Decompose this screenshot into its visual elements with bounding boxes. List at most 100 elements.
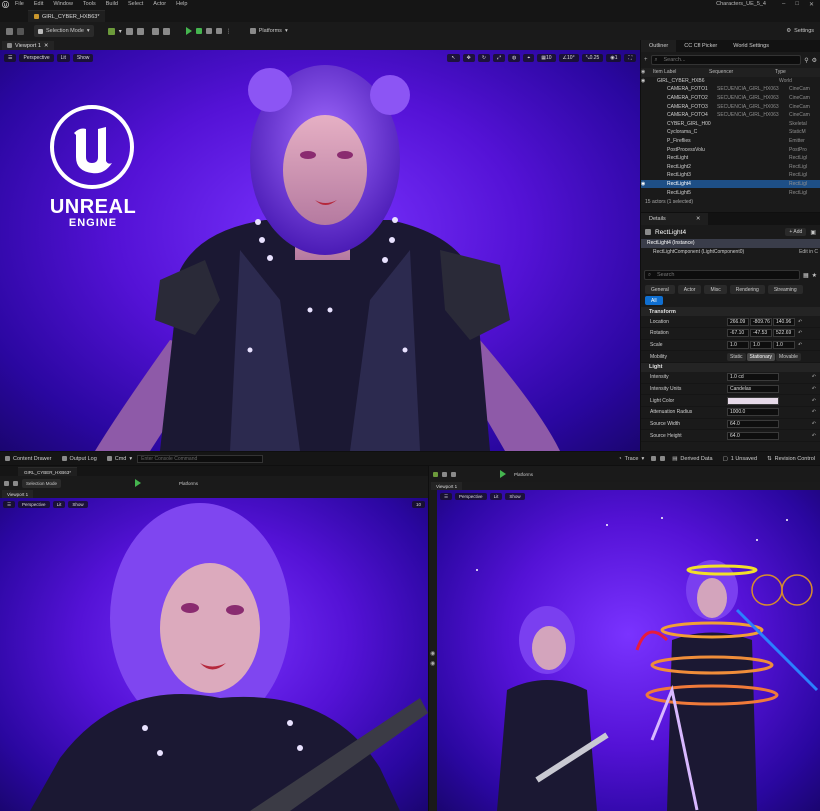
unreal-logo-icon[interactable] — [0, 0, 10, 8]
secondary-selection-mode-button[interactable]: Selection Mode — [22, 478, 62, 488]
menu-tools[interactable]: Tools — [78, 1, 101, 7]
outliner-row[interactable]: RectLight RectLigl — [641, 154, 820, 163]
rotate-tool-icon[interactable]: ↻ — [477, 54, 491, 62]
modes-icon[interactable] — [162, 27, 170, 35]
tab-world-settings[interactable]: World Settings — [725, 40, 777, 52]
cinematics-icon[interactable] — [451, 471, 456, 477]
scale-snap-button[interactable]: ⤡ 0.25 — [581, 54, 604, 62]
reset-arrow-icon[interactable]: ↶ — [812, 374, 820, 380]
transform-y-field[interactable]: 1.0 — [750, 340, 772, 349]
visibility-toggle-icon[interactable]: ◉ — [641, 181, 653, 187]
transform-x-field[interactable]: 1.0 — [727, 340, 749, 349]
rotation-snap-button[interactable]: ∠ 10° — [558, 54, 579, 62]
secondary-viewport-tab[interactable]: Viewport 1 — [2, 490, 34, 498]
menu-help[interactable]: Help — [171, 1, 192, 7]
outliner-row[interactable]: ◉ RectLight4 RectLigl — [641, 179, 820, 189]
trace-button[interactable]: ◔ Trace ▾ — [613, 452, 649, 465]
select-tool-icon[interactable]: ↖ — [447, 54, 460, 62]
visibility-toggle-icon[interactable]: ◉ — [641, 78, 653, 84]
perspective-button[interactable]: Perspective — [19, 54, 54, 62]
play-icon[interactable] — [135, 479, 142, 487]
mobility-movable[interactable]: Movable — [776, 352, 801, 361]
content-browser-icon[interactable] — [13, 480, 18, 486]
header-type[interactable]: Type — [775, 69, 786, 75]
play-icon[interactable] — [500, 470, 506, 478]
output-log-button[interactable]: Output Log — [57, 452, 102, 465]
category-rendering[interactable]: Rendering — [729, 285, 765, 295]
tab-outliner[interactable]: Outliner — [641, 40, 677, 52]
light-property-value[interactable]: 1000.0 — [727, 408, 779, 417]
transform-y-field[interactable]: -47.53 — [750, 329, 772, 338]
edit-in-link[interactable]: Edit in C — [799, 249, 820, 255]
reset-arrow-icon[interactable]: ↶ — [798, 330, 802, 336]
header-sequencer[interactable]: Sequencer — [703, 69, 775, 75]
blueprint-icon[interactable] — [442, 471, 447, 477]
save-icon[interactable] — [4, 480, 9, 486]
category-streaming[interactable]: Streaming — [767, 285, 803, 295]
outliner-row[interactable]: Cyclorama_C StaticM — [641, 128, 820, 137]
reset-arrow-icon[interactable]: ↶ — [812, 421, 820, 427]
menu-window[interactable]: Window — [48, 1, 78, 7]
transform-label[interactable]: Location — [641, 319, 727, 325]
step-icon[interactable] — [195, 28, 202, 34]
lit-button[interactable]: Lit — [56, 54, 70, 62]
more-icon[interactable]: ⋮ — [226, 28, 232, 35]
tab-details[interactable]: Details ✕ — [641, 213, 709, 225]
close-icon[interactable]: ✕ — [809, 1, 814, 8]
world-space-icon[interactable]: ◍ — [508, 54, 521, 62]
reset-arrow-icon[interactable]: ↶ — [812, 398, 820, 404]
header-item-label[interactable]: Item Label — [653, 69, 703, 75]
outliner-row[interactable]: CAMERA_FOTO3 SECUENCIA_GIRL_HX063 CineCam — [641, 102, 820, 111]
platforms-button[interactable]: Platforms ▾ — [246, 25, 292, 37]
tab-cc-picker[interactable]: CC Cfl Picker — [676, 40, 725, 52]
light-property-value[interactable]: 1.0 cd — [727, 373, 779, 382]
secondary-viewport-right[interactable]: ☰ Perspective Lit Show — [437, 490, 820, 811]
reset-arrow-icon[interactable]: ↶ — [798, 342, 802, 348]
camera-icon[interactable] — [651, 456, 657, 461]
save-icon[interactable] — [6, 27, 13, 35]
right-platforms-button[interactable]: Platforms — [510, 468, 537, 480]
mobility-static[interactable]: Static — [727, 352, 746, 361]
add-filter-icon[interactable]: + — [644, 57, 648, 63]
blueprint-icon[interactable]: ▣ — [810, 229, 816, 236]
menu-select[interactable]: Select — [123, 1, 148, 7]
menu-file[interactable]: File — [10, 1, 29, 7]
secondary-viewport-left[interactable]: ☰ Perspective Lit Show 10 — [0, 498, 428, 811]
console-input[interactable]: Enter Console Command — [137, 454, 264, 463]
build-icon[interactable] — [151, 27, 159, 35]
outliner-row[interactable]: CYBER_GIRL_H00 Skeletal — [641, 120, 820, 129]
component-row[interactable]: RectLightComponent (LightComponent0) Edi… — [641, 248, 820, 257]
main-viewport[interactable]: ☰ Perspective Lit Show ↖ ✥ ↻ ⤢ ◍ ⌖ ▦ 10 … — [0, 50, 640, 451]
settings-small-icon[interactable]: ◉ — [430, 660, 435, 667]
transform-x-field[interactable]: 266.09 — [727, 317, 749, 326]
revision-control-button[interactable]: ⇅ Revision Control — [762, 452, 820, 465]
scale-tool-icon[interactable]: ⤢ — [493, 54, 506, 62]
outliner-row[interactable]: PostProcessVolu PostPro — [641, 145, 820, 154]
close-icon[interactable]: ✕ — [696, 216, 701, 222]
grid-snap-button[interactable]: ▦ 10 — [537, 54, 556, 62]
outliner-settings-icon[interactable]: ⚙ — [812, 57, 817, 64]
details-actor-name[interactable]: RectLight4 — [655, 229, 686, 236]
transform-z-field[interactable]: 522.69 — [773, 329, 795, 338]
light-property-value[interactable]: 64.0 — [727, 431, 779, 440]
play-icon[interactable] — [185, 27, 192, 35]
light-section[interactable]: Light — [641, 362, 820, 372]
outliner-row[interactable]: P_Fireflies Emitter — [641, 137, 820, 146]
content-browser-icon[interactable] — [17, 27, 24, 35]
outliner-row[interactable]: CAMERA_FOTO4 SECUENCIA_GIRL_HX063 CineCam — [641, 111, 820, 120]
screenshot-icon[interactable] — [660, 456, 666, 461]
viewport-tab[interactable]: Viewport 1 ✕ — [2, 41, 54, 50]
cmd-button[interactable]: Cmd ▾ — [102, 452, 137, 465]
transform-label[interactable]: Scale — [641, 342, 727, 348]
stop-icon[interactable] — [205, 28, 212, 34]
surface-snap-icon[interactable]: ⌖ — [523, 54, 535, 62]
right-viewport-tab[interactable]: Viewport 1 — [431, 482, 463, 490]
outliner-search-input[interactable]: ⌕ Search... — [650, 55, 802, 65]
outliner-row[interactable]: RectLight5 RectLigl — [641, 188, 820, 197]
reset-arrow-icon[interactable]: ↶ — [812, 409, 820, 415]
show-button[interactable]: Show — [72, 54, 94, 62]
favorite-star-icon[interactable]: ★ — [812, 272, 817, 279]
settings-button[interactable]: ⚙ Settings — [782, 25, 818, 37]
mobility-stationary[interactable]: Stationary — [746, 352, 776, 361]
content-drawer-button[interactable]: Content Drawer — [0, 452, 57, 465]
